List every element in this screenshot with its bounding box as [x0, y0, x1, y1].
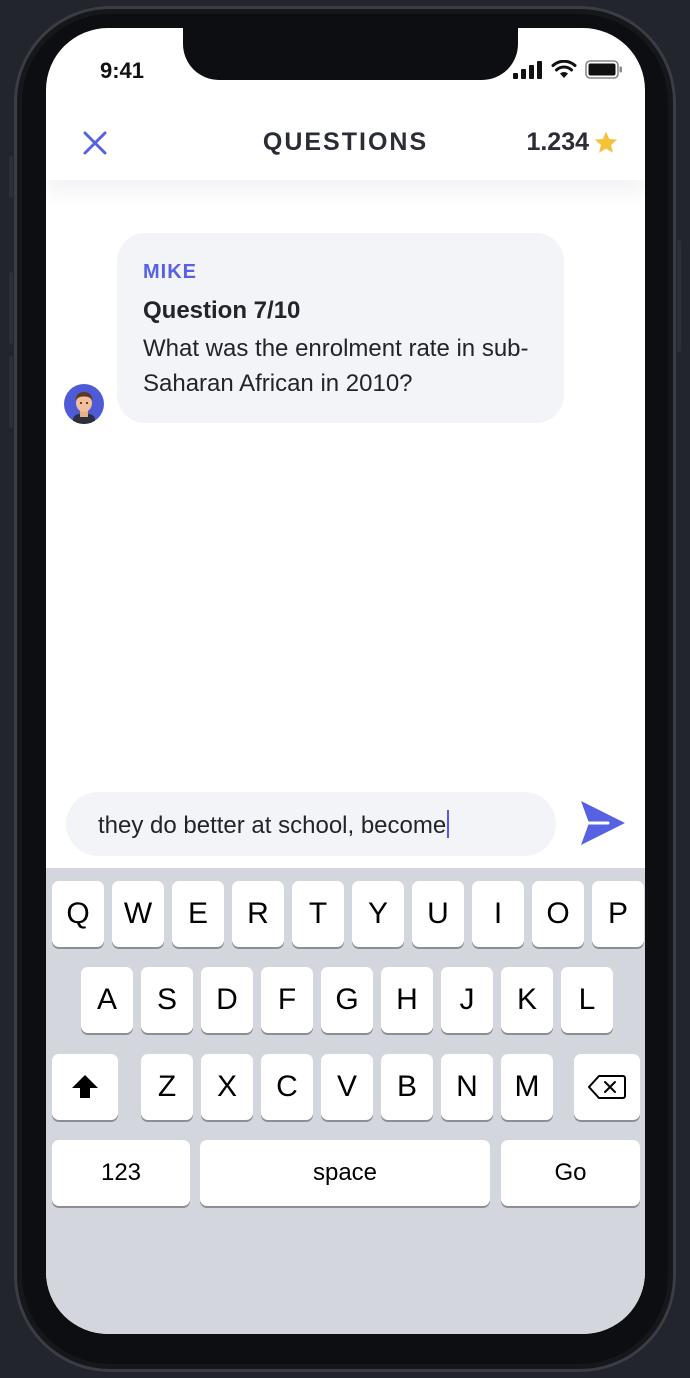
key-q[interactable]: Q: [52, 881, 104, 947]
key-k[interactable]: K: [501, 967, 553, 1033]
status-icons: [513, 60, 623, 79]
key-e[interactable]: E: [172, 881, 224, 947]
battery-icon: [585, 60, 622, 79]
key-h[interactable]: H: [381, 967, 433, 1033]
keyboard: QWERTYUIOP ASDFGHJKL ZXCVBNM 123 space G…: [46, 868, 645, 1334]
key-y[interactable]: Y: [352, 881, 404, 947]
star-icon: [594, 131, 618, 153]
text-caret: [447, 810, 450, 838]
key-c[interactable]: C: [261, 1054, 313, 1120]
key-f[interactable]: F: [261, 967, 313, 1033]
status-time: 9:41: [100, 58, 145, 83]
key-z[interactable]: Z: [141, 1054, 193, 1120]
sender-name: MIKE: [143, 261, 197, 283]
question-text: What was the enrolment rate in sub-Sahar…: [143, 335, 529, 397]
space-key[interactable]: space: [200, 1140, 490, 1206]
key-t[interactable]: T: [292, 881, 344, 947]
key-b[interactable]: B: [381, 1054, 433, 1120]
notch: [183, 28, 518, 80]
header-bar: QUESTIONS 1.234: [46, 106, 645, 180]
backspace-icon: [588, 1075, 626, 1099]
go-key[interactable]: Go: [501, 1140, 640, 1206]
score-value: 1.234: [526, 128, 589, 156]
send-button[interactable]: [578, 798, 628, 848]
key-w[interactable]: W: [112, 881, 164, 947]
key-x[interactable]: X: [201, 1054, 253, 1120]
shift-arrow-icon: [72, 1075, 98, 1098]
answer-input[interactable]: they do better at school, become: [66, 792, 556, 856]
send-icon: [581, 801, 625, 845]
key-m[interactable]: M: [501, 1054, 553, 1120]
key-v[interactable]: V: [321, 1054, 373, 1120]
score-badge: 1.234: [526, 128, 619, 157]
volume-down-button: [9, 356, 13, 428]
key-o[interactable]: O: [532, 881, 584, 947]
mute-switch: [9, 156, 13, 198]
cellular-signal-icon: [513, 61, 542, 79]
numbers-key[interactable]: 123: [52, 1140, 190, 1206]
key-u[interactable]: U: [412, 881, 464, 947]
message-bubble: MIKE Question 7/10 What was the enrolmen…: [117, 233, 564, 423]
key-p[interactable]: P: [592, 881, 644, 947]
user-avatar-icon: [73, 392, 95, 424]
key-r[interactable]: R: [232, 881, 284, 947]
question-number: Question 7/10: [143, 297, 301, 324]
volume-up-button: [9, 272, 13, 344]
answer-input-value: they do better at school, become: [98, 810, 450, 840]
shift-key[interactable]: [52, 1054, 118, 1120]
phone-screen: 9:41 QUESTIONS 1.234 MIKE Question 7/10 …: [46, 28, 645, 1334]
power-button: [677, 240, 681, 352]
key-a[interactable]: A: [81, 967, 133, 1033]
key-i[interactable]: I: [472, 881, 524, 947]
key-g[interactable]: G: [321, 967, 373, 1033]
key-l[interactable]: L: [561, 967, 613, 1033]
key-n[interactable]: N: [441, 1054, 493, 1120]
wifi-icon: [551, 60, 577, 78]
delete-key[interactable]: [574, 1054, 640, 1120]
key-s[interactable]: S: [141, 967, 193, 1033]
avatar: [64, 384, 104, 424]
key-d[interactable]: D: [201, 967, 253, 1033]
key-j[interactable]: J: [441, 967, 493, 1033]
answer-text: they do better at school, become: [98, 812, 447, 839]
